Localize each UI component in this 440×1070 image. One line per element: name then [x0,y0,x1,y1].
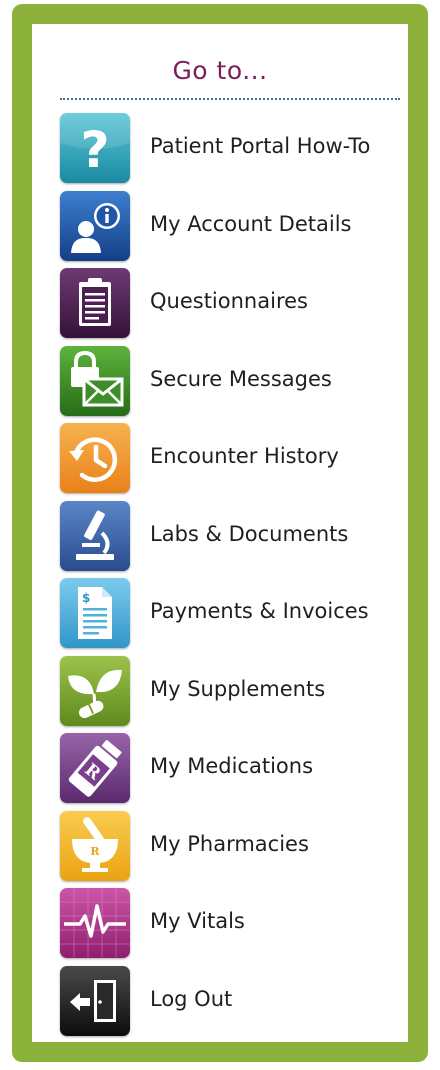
green-frame: Go to... ? Patient Portal How-To My Acco… [12,4,428,1062]
menu-item-payments-and-invoices[interactable]: $ Payments & Invoices [60,577,400,655]
supplement-leaf-icon [60,655,130,726]
menu-item-encounter-history[interactable]: Encounter History [60,422,400,500]
menu-label: Secure Messages [150,366,332,391]
dotted-divider [60,98,400,100]
menu-list: ? Patient Portal How-To My Account Detai… [60,112,400,1042]
menu-item-my-pharmacies[interactable]: R My Pharmacies [60,810,400,888]
svg-text:$: $ [82,591,90,605]
question-icon: ? [60,113,130,183]
svg-text:?: ? [80,121,109,179]
menu-label: Log Out [150,986,233,1011]
menu-label: My Vitals [150,909,245,933]
medication-bottle-icon: R [60,733,130,803]
menu-label: My Pharmacies [150,831,309,856]
secure-envelope-icon [60,345,130,416]
menu-item-my-medications[interactable]: R My Medications [60,732,400,810]
menu-item-questionnaires[interactable]: Questionnaires [60,267,400,345]
svg-text:R: R [90,845,100,858]
microscope-icon [60,500,130,571]
panel-title: Go to... [172,56,268,85]
menu-item-log-out[interactable]: Log Out [60,965,400,1043]
menu-item-labs-and-documents[interactable]: Labs & Documents [60,500,400,578]
menu-item-my-supplements[interactable]: My Supplements [60,655,400,733]
menu-label: Payments & Invoices [150,599,369,623]
menu-label: Patient Portal How-To [150,134,371,158]
navigation-panel: Go to... ? Patient Portal How-To My Acco… [32,24,408,1042]
menu-label: Questionnaires [150,289,308,313]
menu-label: My Supplements [150,676,326,701]
clipboard-icon [60,268,130,338]
mortar-pestle-icon: R [60,810,130,881]
account-info-icon [60,190,130,261]
menu-item-my-account-details[interactable]: My Account Details [60,190,400,268]
heartbeat-icon [60,888,130,958]
history-clock-icon [60,423,130,493]
menu-label: Labs & Documents [150,521,349,546]
invoice-icon: $ [60,578,130,648]
menu-item-my-vitals[interactable]: My Vitals [60,887,400,965]
menu-label: My Account Details [150,211,352,236]
menu-label: My Medications [150,754,314,778]
logout-icon [60,965,130,1036]
menu-item-patient-portal-how-to[interactable]: ? Patient Portal How-To [60,112,400,190]
menu-item-secure-messages[interactable]: Secure Messages [60,345,400,423]
menu-label: Encounter History [150,444,339,468]
